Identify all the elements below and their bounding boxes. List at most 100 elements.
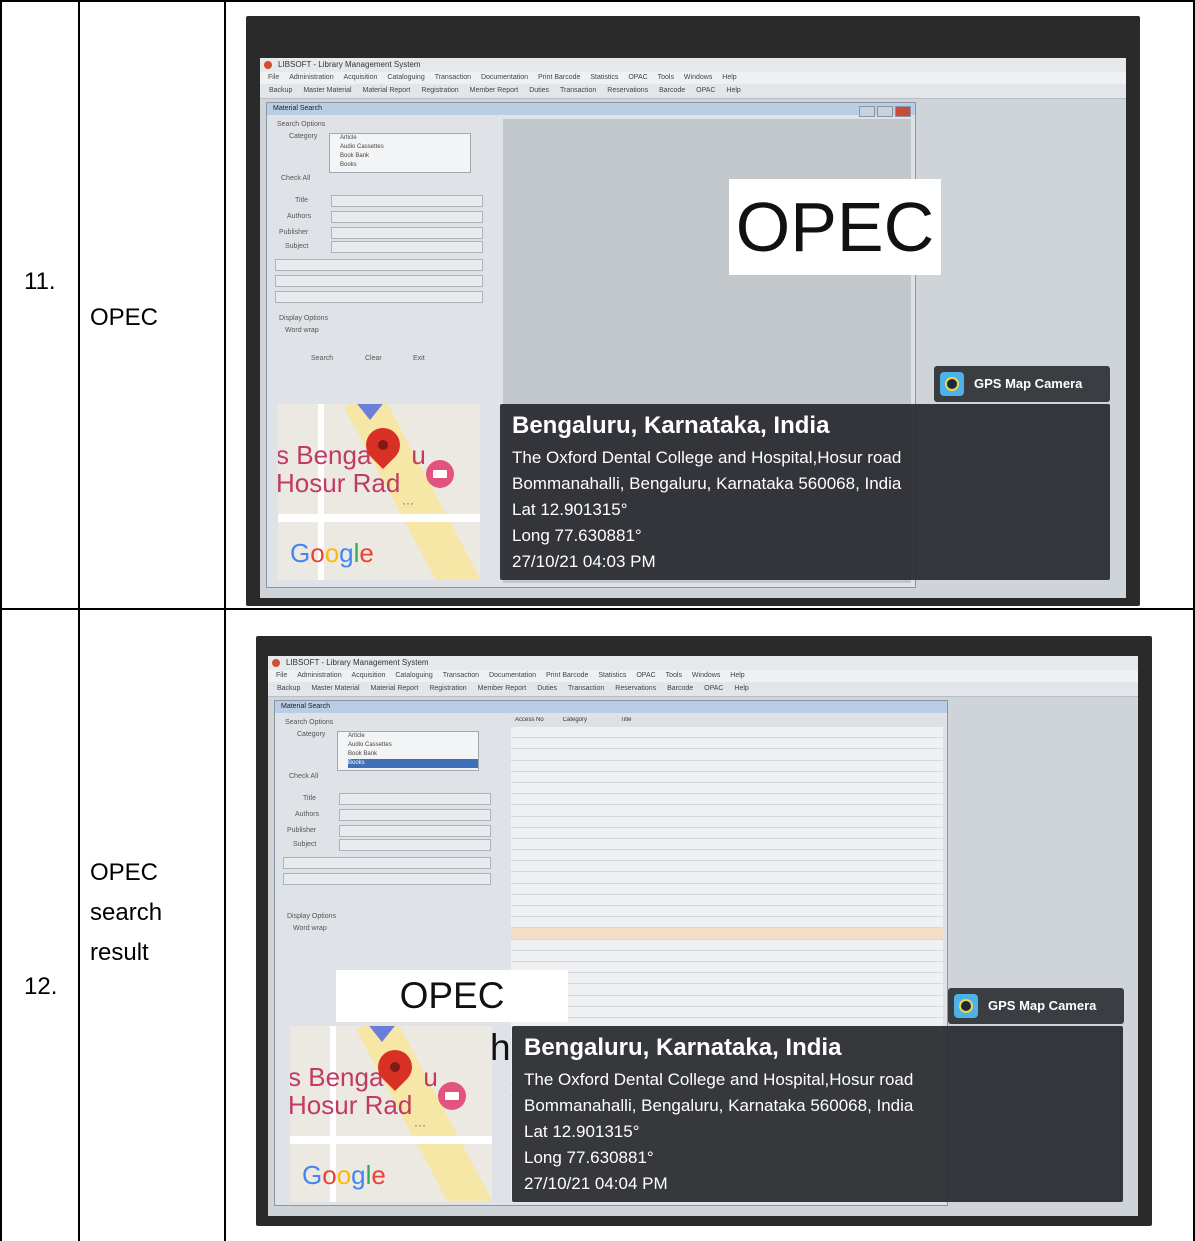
table-row [511,794,943,806]
address-line: Bommanahalli, Bengaluru, Karnataka 56006… [512,474,902,493]
close-icon [895,106,911,117]
address-line: The Oxford Dental College and Hospital,H… [524,1070,914,1089]
overlay-label: OPEC Search [336,970,568,1068]
location-info: Bengaluru, Karnataka, India The Oxford D… [512,1026,1123,1202]
menu-item: Print Barcode [538,74,581,81]
gps-badge: GPS Map Camera [934,366,1110,402]
app-title: LIBSOFT - Library Management System [278,60,421,69]
extra-field [283,873,491,885]
column-header: Title [620,717,632,723]
table-row [511,984,943,996]
display-options-label: Display Options [287,913,337,920]
title-field [331,195,483,207]
toolbar-item: Master Material [311,685,360,692]
longitude: Long 77.630881° [524,1148,654,1167]
table-row [511,951,943,962]
authors-label: Authors [295,811,320,818]
description-line: OPEC [90,859,159,886]
table-row [511,1007,943,1018]
google-logo: Google [302,1160,386,1190]
gps-badge-text: GPS Map Camera [974,376,1083,391]
menu-item: Transaction [442,672,479,679]
extra-field [283,857,491,869]
toolbar-item: Backup [269,87,293,94]
row-description: OPEC [90,304,159,331]
check-all-label: Check All [281,175,311,182]
toolbar-item: Registration [421,87,459,94]
toolbar-item: Transaction [560,87,597,94]
table-row [511,805,943,817]
table-row [511,817,943,828]
table-row [511,839,943,851]
toolbar-item: Barcode [667,685,694,692]
menu-bar: File Administration Acquisition Catalogu… [268,670,1138,682]
toolbar-item: OPAC [704,685,724,692]
search-options-label: Search Options [277,121,326,128]
column-header: Category [562,717,588,723]
address-line: Bommanahalli, Bengaluru, Karnataka 56006… [524,1096,914,1115]
list-item: Article [348,733,365,739]
timestamp: 27/10/21 04:03 PM [512,552,656,571]
maximize-icon [877,106,893,117]
hotel-icon [438,1082,466,1110]
toolbar-item: Registration [429,685,467,692]
location-info: Bengaluru, Karnataka, India The Oxford D… [500,404,1110,580]
table-row [511,940,943,951]
menu-item: Acquisition [343,74,378,81]
title-label: Title [303,795,316,802]
description-cell: OPEC search result [78,609,224,1241]
title-field [339,793,491,805]
description-line: search [90,899,163,926]
description-cell: OPEC [78,0,224,609]
map-thumbnail: s Benga u Hosur Rad ··· Google [290,1026,492,1202]
toolbar: Backup Master Material Material Report R… [268,682,1138,697]
toolbar-item: Master Material [303,87,352,94]
app-titlebar: LIBSOFT - Library Management System [260,58,1126,72]
menu-item: Documentation [480,74,529,81]
category-list: Article Audio Cassettes Book Bank Books [329,133,471,173]
category-list: Article Audio Cassettes Book Bank Books [337,731,479,771]
menu-item: Tools [665,672,682,679]
app-icon [272,659,280,667]
extra-field [275,275,483,287]
list-item: Book Bank [348,751,378,757]
gps-badge-text: GPS Map Camera [988,998,1097,1013]
search-options-label: Search Options [285,719,334,726]
google-logo: Google [290,538,374,568]
table-row [511,928,943,940]
word-wrap-label: Word wrap [285,327,319,334]
menu-item: File [268,74,280,81]
category-label: Category [289,133,318,140]
menu-item: OPAC [636,672,656,679]
table-row [511,749,943,761]
menu-item: Documentation [488,672,537,679]
list-item: Audio Cassettes [348,742,392,748]
toolbar-item: Backup [277,685,301,692]
search-button: Search [311,355,334,362]
toolbar-item: Member Report [469,87,519,94]
toolbar-item: Reservations [607,87,649,94]
subject-label: Subject [285,243,309,250]
list-item: Book Bank [340,153,370,159]
latitude: Lat 12.901315° [512,500,628,519]
toolbar-item: Barcode [659,87,686,94]
toolbar-item: Transaction [568,685,605,692]
list-item: Article [340,135,357,141]
list-item: Books [348,759,478,768]
toolbar: Backup Master Material Material Report R… [260,84,1126,99]
menu-item: Administration [289,74,334,81]
menu-item: File [276,672,288,679]
menu-item: Cataloguing [387,74,425,81]
menu-bar: File Administration Acquisition Catalogu… [260,72,1126,84]
table-header: Access No Category Title [511,717,943,727]
row-description: OPEC search result [90,853,162,973]
exit-button: Exit [413,355,425,362]
menu-item: Cataloguing [395,672,433,679]
direction-icon [366,1026,398,1042]
table-row [511,783,943,795]
latitude: Lat 12.901315° [524,1122,640,1141]
more-icon: ··· [414,1118,426,1132]
map-thumbnail: s Benga u Hosur Rad ··· Google [278,404,480,580]
app-title: LIBSOFT - Library Management System [286,658,429,667]
category-label: Category [297,731,326,738]
